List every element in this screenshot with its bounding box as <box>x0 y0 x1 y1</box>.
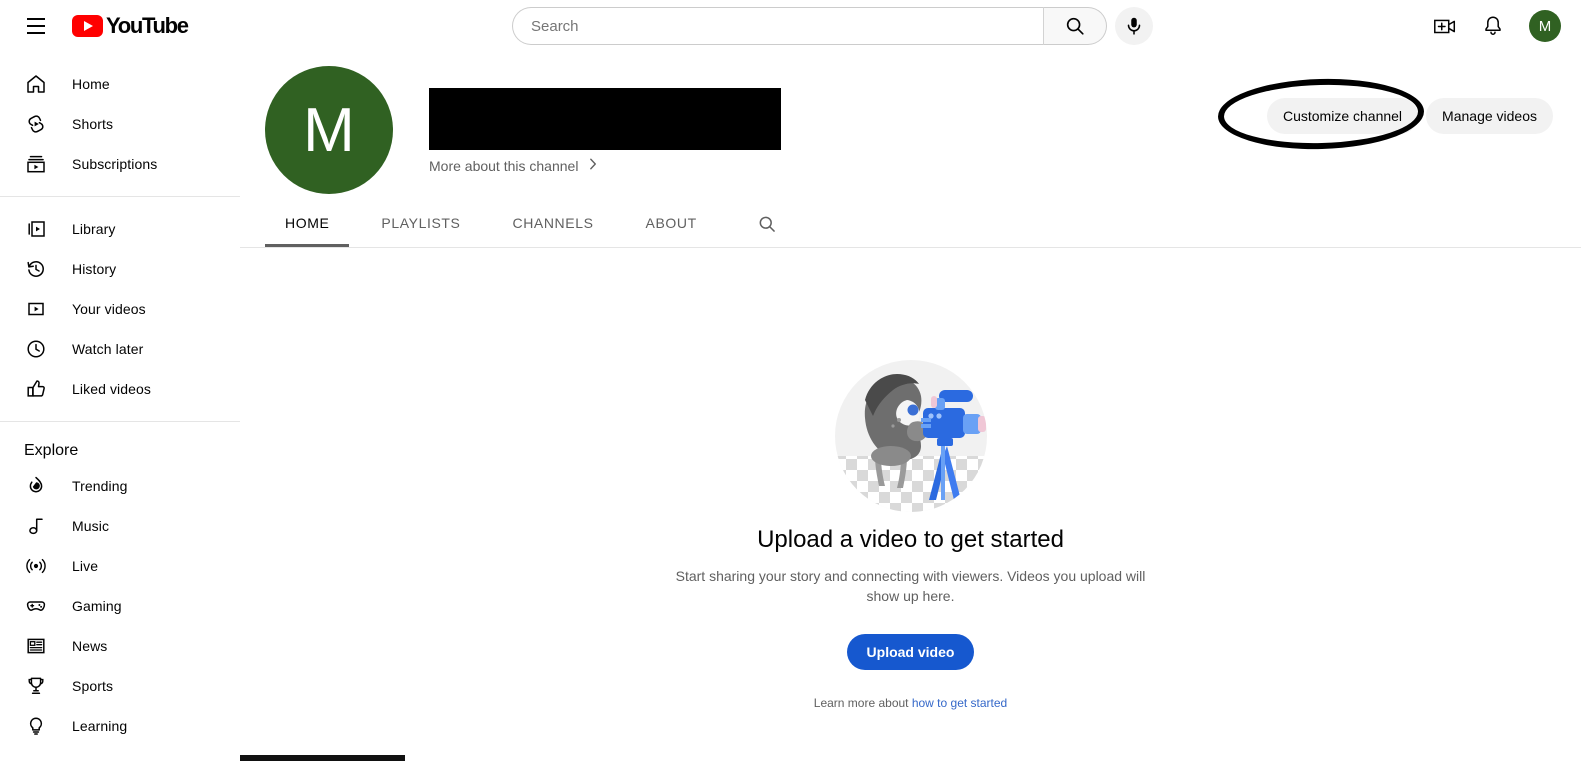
channel-avatar: M <box>265 66 393 194</box>
sidebar-divider-2 <box>0 421 240 422</box>
youtube-logo[interactable]: YouTube <box>72 13 189 39</box>
sidebar-item-label: Shorts <box>72 116 114 132</box>
trophy-icon <box>24 674 48 698</box>
sidebar-item-label: Subscriptions <box>72 156 158 172</box>
sidebar-item-label: History <box>72 261 117 277</box>
history-icon <box>24 257 48 281</box>
notifications-button[interactable] <box>1473 6 1513 46</box>
main-content: M More about this channel Customize chan… <box>240 52 1581 761</box>
tab-playlists[interactable]: PLAYLISTS <box>361 200 480 247</box>
music-note-icon <box>24 514 48 538</box>
sidebar-item-label: Trending <box>72 478 128 494</box>
sidebar-item-news[interactable]: News <box>0 626 240 666</box>
home-icon <box>24 72 48 96</box>
sidebar-item-label: Live <box>72 558 99 574</box>
how-to-get-started-link[interactable]: how to get started <box>912 696 1007 710</box>
sidebar-item-subscriptions[interactable]: Subscriptions <box>0 144 240 184</box>
sidebar-item-label: Library <box>72 221 116 237</box>
search-area <box>512 7 1153 45</box>
gamepad-icon <box>24 594 48 618</box>
tab-home[interactable]: HOME <box>265 200 350 247</box>
sidebar-item-shorts[interactable]: Shorts <box>0 104 240 144</box>
customize-channel-button[interactable]: Customize channel <box>1266 98 1419 134</box>
subscriptions-icon <box>24 152 48 176</box>
thumbs-up-icon <box>24 377 48 401</box>
youtube-play-icon <box>72 15 103 37</box>
sidebar-item-watch-later[interactable]: Watch later <box>0 329 240 369</box>
sidebar-item-label: Your videos <box>72 301 146 317</box>
sidebar-item-home[interactable]: Home <box>0 64 240 104</box>
trending-flame-icon <box>24 474 48 498</box>
your-videos-icon <box>24 297 48 321</box>
sidebar-item-liked-videos[interactable]: Liked videos <box>0 369 240 409</box>
microphone-icon <box>1127 17 1141 35</box>
chevron-right-icon <box>586 157 600 174</box>
sidebar-item-music[interactable]: Music <box>0 506 240 546</box>
newspaper-icon <box>24 634 48 658</box>
masthead-center <box>240 7 1425 45</box>
hamburger-menu-icon[interactable] <box>16 6 56 46</box>
channel-search-button[interactable] <box>743 200 791 247</box>
channel-name-redacted <box>429 88 781 150</box>
more-about-channel-label: More about this channel <box>429 157 579 174</box>
sidebar-item-label: Watch later <box>72 341 144 357</box>
sidebar-item-label: Learning <box>72 718 128 734</box>
sidebar-item-sports[interactable]: Sports <box>0 666 240 706</box>
empty-state-panel: Upload a video to get started Start shar… <box>240 248 1581 710</box>
tab-channels[interactable]: CHANNELS <box>492 200 613 247</box>
create-video-icon <box>1434 19 1456 34</box>
sidebar-item-label: Home <box>72 76 110 92</box>
youtube-channel-page: YouTube Search M Home Shorts Subscriptio… <box>0 0 1581 761</box>
voice-search-button[interactable] <box>1115 7 1153 45</box>
sidebar-item-label: Music <box>72 518 110 534</box>
channel-action-buttons: Customize channel Manage videos <box>1266 98 1553 134</box>
search-button[interactable] <box>1043 7 1107 45</box>
sidebar-section-explore-heading: Explore <box>24 442 79 459</box>
masthead-right: M <box>1425 6 1581 46</box>
bell-icon <box>1485 16 1501 35</box>
clock-icon <box>24 337 48 361</box>
sidebar-item-label: Gaming <box>72 598 122 614</box>
masthead-header: YouTube Search M <box>0 0 1581 52</box>
more-about-channel-link[interactable]: More about this channel <box>429 157 781 174</box>
sidebar-item-library[interactable]: Library <box>0 209 240 249</box>
sidebar-divider-1 <box>0 196 240 197</box>
masthead-left: YouTube <box>0 6 240 46</box>
magnifier-icon <box>759 216 775 232</box>
youtube-wordmark: YouTube <box>106 13 189 38</box>
search-box[interactable] <box>512 7 1043 45</box>
search-input[interactable] <box>529 16 1043 36</box>
channel-meta: More about this channel <box>429 66 781 174</box>
learn-more-line: Learn more about how to get started <box>814 696 1007 710</box>
sidebar-item-gaming[interactable]: Gaming <box>0 586 240 626</box>
empty-state-title: Upload a video to get started <box>757 526 1064 553</box>
empty-state-subtitle: Start sharing your story and connecting … <box>675 568 1146 604</box>
learn-more-prefix: Learn more about <box>813 696 912 710</box>
manage-videos-button[interactable]: Manage videos <box>1426 98 1553 134</box>
sidebar-item-live[interactable]: Live <box>0 546 240 586</box>
channel-header: M More about this channel Customize chan… <box>240 52 1581 200</box>
tab-about[interactable]: ABOUT <box>626 200 717 247</box>
sidebar-item-learning[interactable]: Learning <box>0 706 240 746</box>
account-avatar[interactable]: M <box>1529 10 1561 42</box>
magnifier-icon <box>1066 17 1084 35</box>
left-sidebar: Home Shorts Subscriptions Library Histor… <box>0 52 240 761</box>
live-broadcast-icon <box>24 554 48 578</box>
library-icon <box>24 217 48 241</box>
sidebar-item-label: News <box>72 638 108 654</box>
sidebar-item-label: Sports <box>72 678 114 694</box>
upload-video-button[interactable]: Upload video <box>846 634 975 670</box>
sidebar-item-your-videos[interactable]: Your videos <box>0 289 240 329</box>
person-with-video-camera-illustration <box>834 360 987 512</box>
sidebar-item-history[interactable]: History <box>0 249 240 289</box>
sidebar-item-label: Liked videos <box>72 381 152 397</box>
sidebar-item-trending[interactable]: Trending <box>0 466 240 506</box>
shorts-icon <box>24 112 48 136</box>
create-video-button[interactable] <box>1425 6 1465 46</box>
lightbulb-icon <box>24 714 48 738</box>
channel-tabs: HOME PLAYLISTS CHANNELS ABOUT <box>240 200 1581 248</box>
